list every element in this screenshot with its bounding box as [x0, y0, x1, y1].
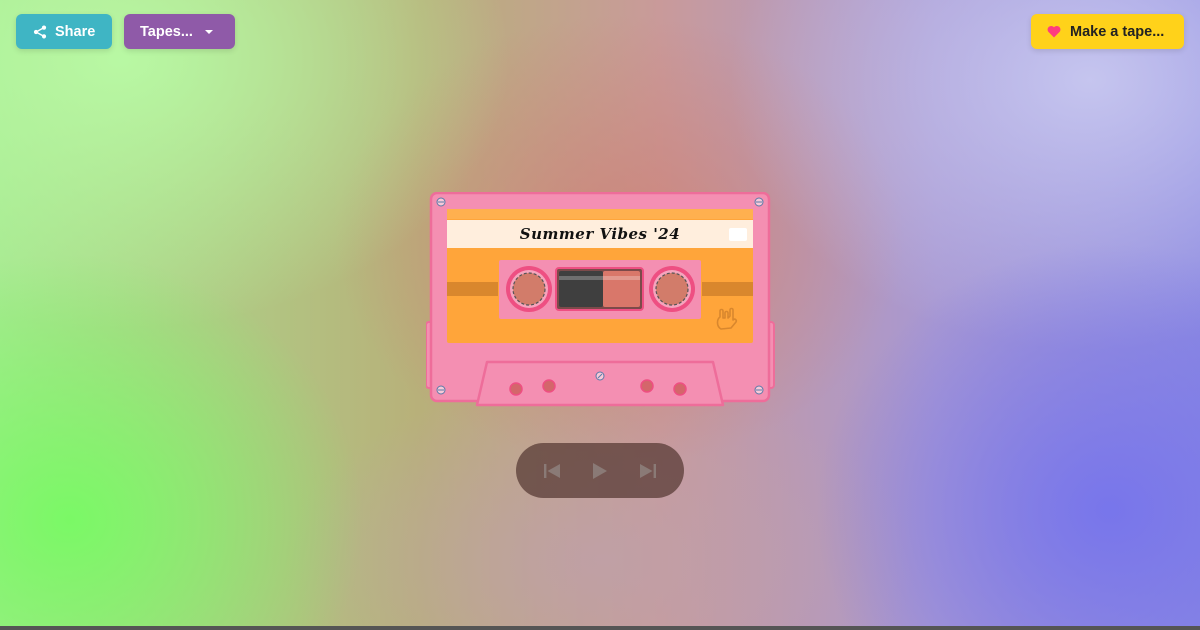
- share-button[interactable]: Share: [16, 14, 112, 49]
- play-icon: [593, 462, 607, 479]
- skip-previous-icon: [544, 463, 560, 478]
- play-button[interactable]: [582, 453, 618, 489]
- heart-icon: [1047, 25, 1061, 38]
- next-button[interactable]: [630, 453, 666, 489]
- chevron-down-icon: [204, 29, 213, 34]
- previous-button[interactable]: [534, 453, 570, 489]
- share-icon: [33, 25, 47, 38]
- tapes-label: Tapes...: [140, 23, 193, 40]
- tape-title: Summer Vibes '24: [519, 225, 681, 243]
- right-reel: [649, 266, 695, 312]
- make-tape-label: Make a tape...: [1070, 23, 1165, 40]
- skip-next-icon: [640, 463, 656, 478]
- make-tape-button[interactable]: Make a tape...: [1031, 14, 1184, 49]
- left-reel: [506, 266, 552, 312]
- bottom-border: [0, 626, 1200, 630]
- tapes-dropdown-button[interactable]: Tapes...: [124, 14, 235, 49]
- playback-controls: [516, 443, 684, 498]
- share-label: Share: [55, 23, 96, 40]
